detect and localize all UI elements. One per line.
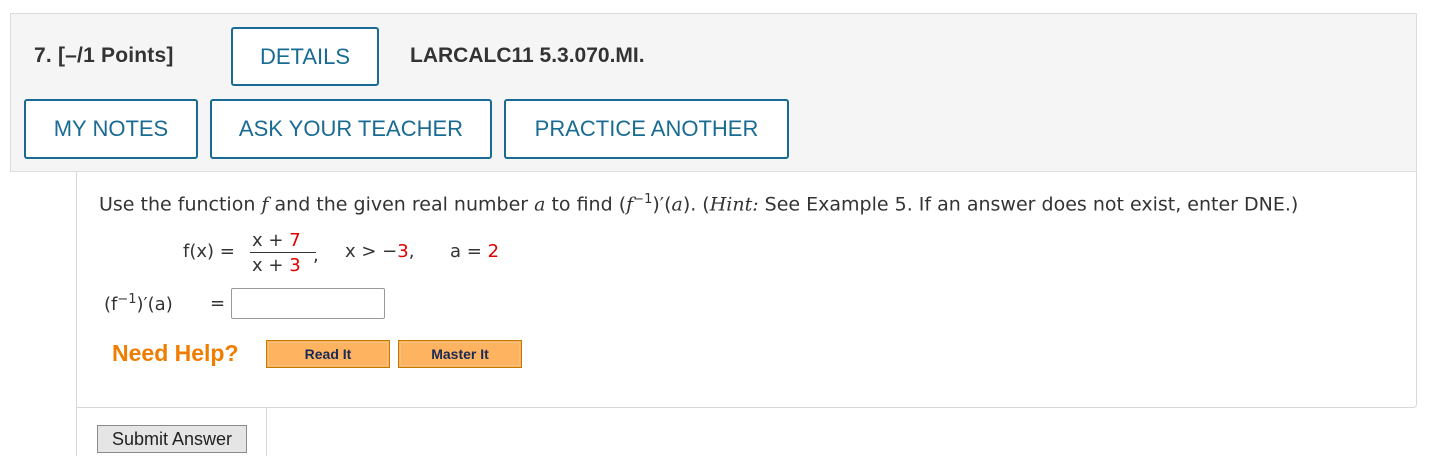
function-lhs: f(x) =: [183, 241, 235, 262]
question-prompt: Use the function f and the given real nu…: [99, 192, 1299, 216]
answer-label: (f−1)′(a): [104, 292, 173, 315]
question-number: 7.: [34, 44, 52, 67]
need-help-label: Need Help?: [112, 340, 239, 366]
master-it-button[interactable]: Master It: [398, 340, 522, 368]
read-it-button[interactable]: Read It: [266, 340, 390, 368]
a-value: a = 2: [450, 241, 500, 262]
fraction-numerator: x + 7: [252, 230, 301, 251]
my-notes-button[interactable]: MY NOTES: [24, 99, 198, 159]
answer-input[interactable]: [231, 288, 385, 319]
details-button[interactable]: DETAILS: [231, 27, 379, 86]
question-number-points: 7. [–/1 Points]: [34, 44, 174, 68]
problem-code: LARCALC11 5.3.070.MI.: [410, 44, 645, 67]
submit-answer-button[interactable]: Submit Answer: [97, 425, 247, 453]
answer-equals: =: [210, 293, 226, 314]
fraction-comma: ,: [313, 245, 319, 266]
fraction-bar: [250, 252, 316, 253]
fraction-denominator: x + 3: [252, 255, 301, 276]
ask-your-teacher-button[interactable]: ASK YOUR TEACHER: [210, 99, 492, 159]
domain-condition: x > −3,: [345, 241, 415, 262]
points-label: [–/1 Points]: [57, 44, 174, 67]
practice-another-button[interactable]: PRACTICE ANOTHER: [504, 99, 789, 159]
